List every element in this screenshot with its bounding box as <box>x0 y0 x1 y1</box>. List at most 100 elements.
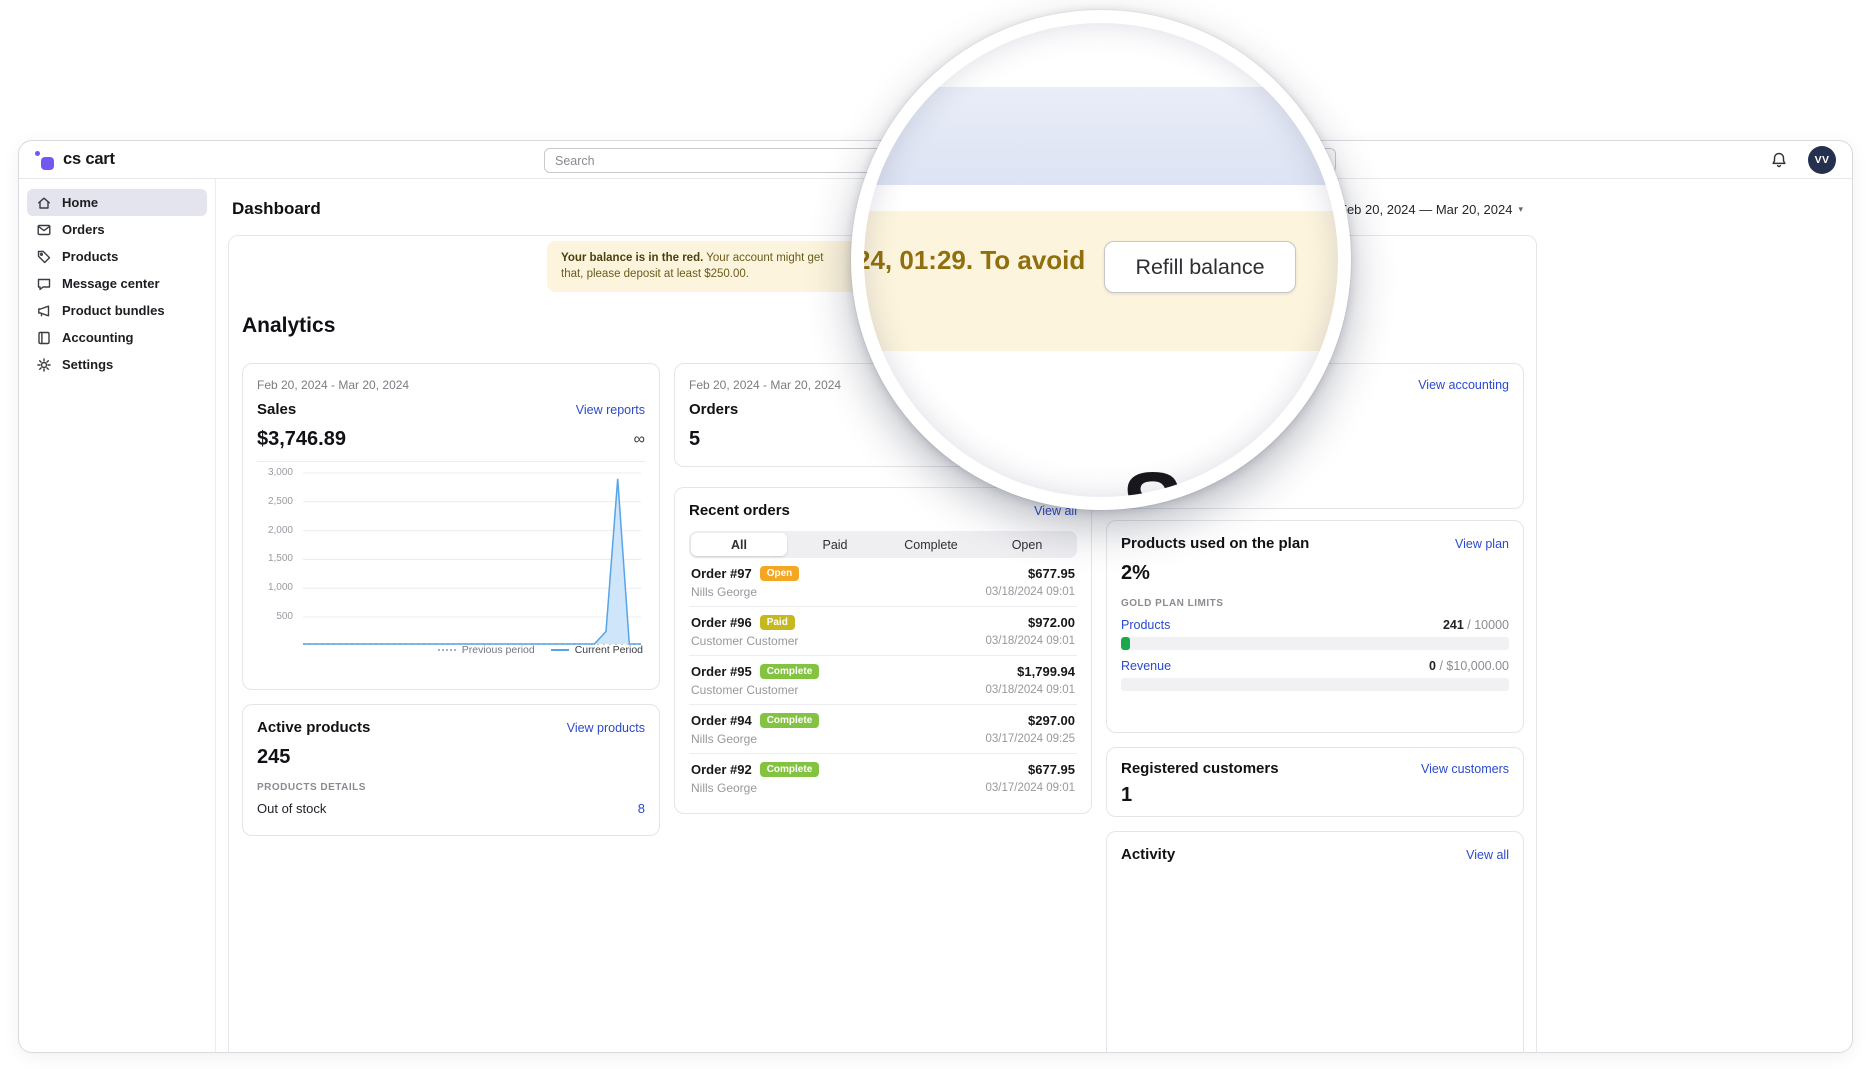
orders-title: Orders <box>689 401 738 418</box>
banner-bold-text: Your balance is in the red. <box>561 252 703 264</box>
date-range-label: Feb 20, 2024 — Mar 20, 2024 <box>1339 202 1512 217</box>
activity-view-all-link[interactable]: View all <box>1466 848 1509 862</box>
sidebar-item-home[interactable]: Home <box>27 189 207 216</box>
order-row[interactable]: Order #94 Complete Nills George $297.00 0… <box>689 705 1077 754</box>
order-number[interactable]: Order #96 <box>691 615 752 630</box>
dashboard-grid: Feb 20, 2024 - Mar 20, 2024 Sales View r… <box>242 363 1524 1053</box>
chevron-down-icon: ▾ <box>1518 204 1523 215</box>
sidebar-item-label: Accounting <box>62 330 134 345</box>
product-bundles-icon <box>36 303 52 319</box>
analytics-heading: Analytics <box>242 314 335 338</box>
sales-chart-plot <box>303 466 641 646</box>
view-reports-link[interactable]: View reports <box>576 403 645 417</box>
sidebar-item-label: Message center <box>62 276 160 291</box>
active-products-card: Active products View products 245 PRODUC… <box>242 704 660 836</box>
order-customer: Customer Customer <box>691 683 819 697</box>
order-customer: Nills George <box>691 781 819 795</box>
sidebar-item-products[interactable]: Products <box>27 243 207 270</box>
plan-revenue-max: / $10,000.00 <box>1439 659 1509 673</box>
sidebar-item-label: Orders <box>62 222 105 237</box>
banner-text-rest: Your account might get <box>703 252 823 264</box>
products-progress-bar <box>1121 637 1509 650</box>
tab-complete[interactable]: Complete <box>883 533 979 556</box>
plan-products-link[interactable]: Products <box>1121 618 1170 632</box>
order-date: 03/18/2024 09:01 <box>985 586 1075 598</box>
order-amount: $297.00 <box>985 713 1075 728</box>
y-axis-tick: 2,500 <box>268 496 293 507</box>
order-customer: Nills George <box>691 732 819 746</box>
plan-products-max: / 10000 <box>1467 618 1509 632</box>
orders-value: 5 <box>689 428 700 451</box>
legend-current-label: Current Period <box>575 644 643 656</box>
date-range-picker[interactable]: Feb 20, 2024 — Mar 20, 2024 ▾ <box>1339 202 1523 217</box>
status-badge: Complete <box>760 664 820 679</box>
plan-card: Products used on the plan View plan 2% G… <box>1106 520 1524 733</box>
legend-previous-label: Previous period <box>462 644 535 656</box>
magnifier-lens-content: 24, 01:29. To avoid Refill balance S <box>864 23 1338 497</box>
registered-customers-card: Registered customers View customers 1 <box>1106 747 1524 817</box>
products-icon <box>36 249 52 265</box>
sidebar-item-label: Home <box>62 195 98 210</box>
y-axis-tick: 3,000 <box>268 467 293 478</box>
status-badge: Paid <box>760 615 795 630</box>
order-date: 03/17/2024 09:01 <box>985 782 1075 794</box>
customers-title: Registered customers <box>1121 760 1279 777</box>
sidebar-item-message-center[interactable]: Message center <box>27 270 207 297</box>
revenue-progress-bar <box>1121 678 1509 691</box>
settings-icon <box>36 357 52 373</box>
products-details-label: PRODUCTS DETAILS <box>257 782 645 793</box>
notifications-button[interactable] <box>1768 149 1790 171</box>
recent-orders-tabs: All Paid Complete Open <box>689 531 1077 558</box>
magnified-refill-balance-button[interactable]: Refill balance <box>1104 241 1296 293</box>
magnified-partial-glyph: S <box>1122 459 1183 497</box>
status-badge: Complete <box>760 713 820 728</box>
view-plan-link[interactable]: View plan <box>1455 537 1509 551</box>
plan-usage-value: 2% <box>1121 562 1150 585</box>
order-number[interactable]: Order #94 <box>691 713 752 728</box>
orders-icon <box>36 222 52 238</box>
current-period-swatch <box>551 649 569 651</box>
order-number[interactable]: Order #95 <box>691 664 752 679</box>
recent-orders-card: Recent orders View all All Paid Complete… <box>674 487 1092 814</box>
column-left: Feb 20, 2024 - Mar 20, 2024 Sales View r… <box>242 363 660 836</box>
plan-revenue-used: 0 <box>1429 659 1436 673</box>
order-row[interactable]: Order #96Paid Customer Customer $972.00 … <box>689 607 1077 656</box>
order-row[interactable]: Order #95Complete Customer Customer $1,7… <box>689 656 1077 705</box>
order-row[interactable]: Order #97Open Nills George $677.95 03/18… <box>689 558 1077 607</box>
cs-cart-logo-icon <box>35 150 55 170</box>
sales-date-range: Feb 20, 2024 - Mar 20, 2024 <box>257 378 645 392</box>
tab-paid[interactable]: Paid <box>787 533 883 556</box>
order-number[interactable]: Order #97 <box>691 566 752 581</box>
active-products-title: Active products <box>257 719 370 736</box>
customers-value: 1 <box>1121 784 1509 807</box>
message-center-icon <box>36 276 52 292</box>
order-row[interactable]: Order #92Complete Nills George $677.95 0… <box>689 754 1077 802</box>
tab-all[interactable]: All <box>691 533 787 556</box>
plan-limits-label: GOLD PLAN LIMITS <box>1121 598 1509 609</box>
previous-period-swatch <box>438 649 456 651</box>
home-icon <box>36 195 52 211</box>
plan-title: Products used on the plan <box>1121 535 1309 552</box>
order-date: 03/17/2024 09:25 <box>985 733 1075 745</box>
cs-cart-logo[interactable]: cs cart <box>35 150 115 170</box>
y-axis-tick: 2,000 <box>268 525 293 536</box>
tab-open[interactable]: Open <box>979 533 1075 556</box>
page-title: Dashboard <box>232 199 321 219</box>
active-products-value: 245 <box>257 746 290 769</box>
sidebar-item-settings[interactable]: Settings <box>27 351 207 378</box>
accounting-icon <box>36 330 52 346</box>
view-products-link[interactable]: View products <box>567 721 645 735</box>
avatar[interactable]: VV <box>1808 146 1836 174</box>
sidebar-item-accounting[interactable]: Accounting <box>27 324 207 351</box>
view-accounting-link[interactable]: View accounting <box>1418 378 1509 392</box>
plan-revenue-link[interactable]: Revenue <box>1121 659 1171 673</box>
sales-card: Feb 20, 2024 - Mar 20, 2024 Sales View r… <box>242 363 660 690</box>
order-number[interactable]: Order #92 <box>691 762 752 777</box>
sales-chart-legend: Previous period Current Period <box>438 644 643 656</box>
out-of-stock-count[interactable]: 8 <box>638 801 645 816</box>
plan-products-used: 241 <box>1443 618 1464 632</box>
sidebar-item-orders[interactable]: Orders <box>27 216 207 243</box>
sidebar-item-product-bundles[interactable]: Product bundles <box>27 297 207 324</box>
sidebar-item-label: Product bundles <box>62 303 165 318</box>
view-customers-link[interactable]: View customers <box>1421 762 1509 776</box>
